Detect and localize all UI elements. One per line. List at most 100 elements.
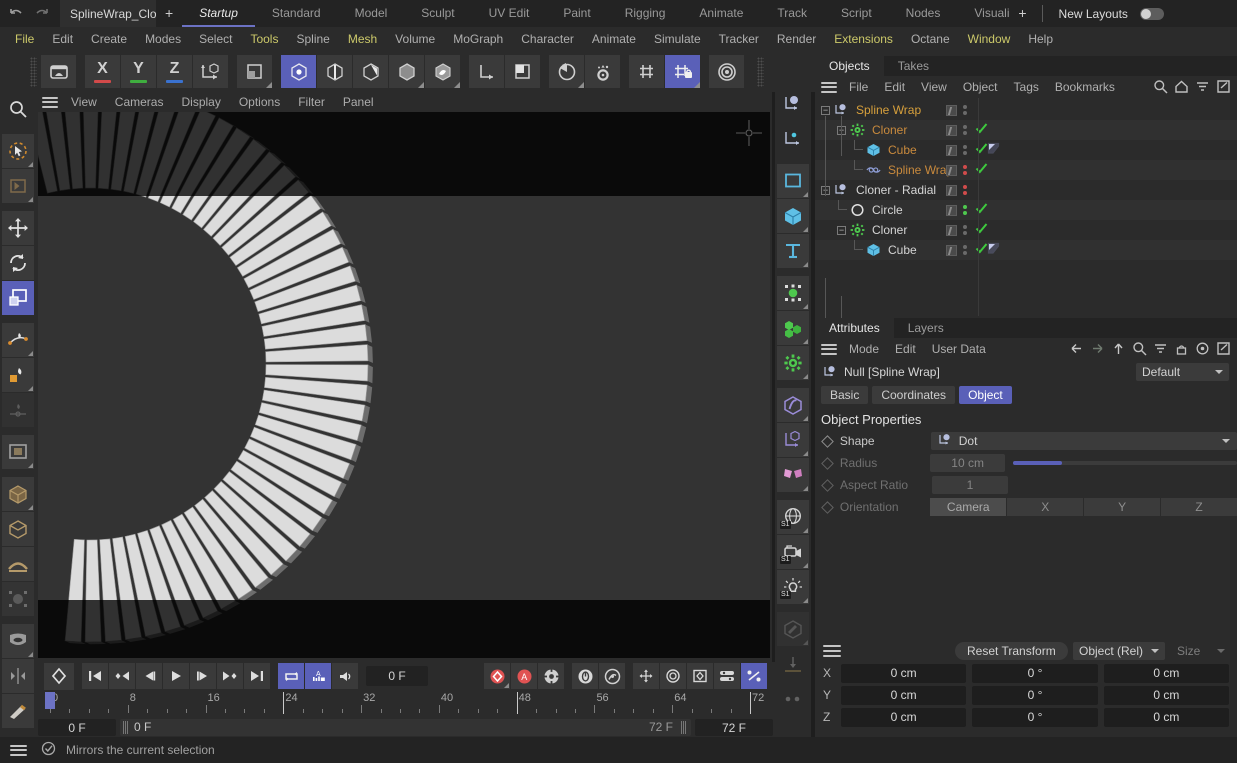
sound-toggle-button[interactable] <box>332 663 358 689</box>
object-edit-flag[interactable] <box>946 204 957 216</box>
camera-icon[interactable]: S1 <box>777 535 809 569</box>
knife-tool-icon[interactable] <box>2 694 34 728</box>
go-to-start-button[interactable] <box>82 663 108 689</box>
bevel-tool-icon[interactable] <box>2 512 34 546</box>
brush-tool-icon[interactable] <box>2 393 34 427</box>
object-edit-flag[interactable] <box>946 124 957 136</box>
object-visibility-dots[interactable] <box>963 245 967 255</box>
null-object-icon[interactable] <box>777 87 809 121</box>
record-keyframe-button[interactable] <box>44 662 74 690</box>
layout-tab-uv-edit[interactable]: UV Edit <box>472 0 547 27</box>
start-frame-field[interactable]: 0 F <box>38 719 116 736</box>
om-menu-view[interactable]: View <box>913 76 955 98</box>
end-frame-field[interactable]: 72 F <box>695 719 773 736</box>
visibility-dot[interactable] <box>963 245 967 249</box>
object-tree[interactable]: −Spline Wrap−ClonerCubeSpline Wrap−Clone… <box>815 98 1237 338</box>
home-icon[interactable] <box>1174 79 1189 97</box>
object-tree-row[interactable]: −Cloner - Radial <box>815 180 1237 200</box>
object-enabled-check-icon[interactable] <box>975 202 988 218</box>
axis-center-icon[interactable] <box>777 682 809 716</box>
menu-extensions[interactable]: Extensions <box>825 27 902 51</box>
new-layouts-label[interactable]: New Layouts <box>1049 7 1138 21</box>
tab-takes[interactable]: Takes <box>884 56 943 76</box>
coordinate-hamburger-icon[interactable] <box>823 645 841 657</box>
om-menu-tags[interactable]: Tags <box>1006 76 1047 98</box>
search-icon[interactable] <box>1132 341 1147 359</box>
tab-basic[interactable]: Basic <box>821 386 869 404</box>
object-manager-hamburger-icon[interactable] <box>821 81 837 93</box>
shape-dropdown[interactable]: Dot <box>930 432 1237 450</box>
object-visibility-dots[interactable] <box>963 185 967 195</box>
object-visibility-dots[interactable] <box>963 145 967 155</box>
aspect-ratio-field[interactable]: 1 <box>932 476 1008 494</box>
visibility-dot[interactable] <box>963 191 967 195</box>
visibility-dot[interactable] <box>963 171 967 175</box>
preset-dropdown[interactable]: Default <box>1136 363 1229 381</box>
auto-keying-button[interactable]: A <box>511 663 537 689</box>
mograph-tag-icon[interactable] <box>987 142 1000 158</box>
live-selection-alt-icon[interactable] <box>2 169 34 203</box>
layout-lock-toggle[interactable] <box>1139 7 1164 20</box>
status-hamburger-icon[interactable] <box>10 744 27 756</box>
menu-file[interactable]: File <box>6 27 43 51</box>
visibility-dot[interactable] <box>963 251 967 255</box>
sculpt-mask-icon[interactable] <box>2 624 34 658</box>
viewport-navigation-gizmo[interactable] <box>732 116 766 150</box>
timeline-playhead[interactable] <box>45 692 55 709</box>
viewport-menu-cameras[interactable]: Cameras <box>106 92 173 112</box>
object-tree-row[interactable]: Cube <box>815 140 1237 160</box>
enable-axis-icon[interactable] <box>469 55 504 88</box>
axis-y-lock-button[interactable]: Y <box>121 55 156 88</box>
layout-tab-nodes[interactable]: Nodes <box>889 0 958 27</box>
layout-tab-startup[interactable]: Startup <box>182 0 255 27</box>
array-modifier-icon[interactable] <box>777 423 809 457</box>
rotation-y-field[interactable]: 0 ° <box>972 685 1098 705</box>
viewport-menu-display[interactable]: Display <box>172 92 229 112</box>
rotation-key-button[interactable] <box>660 663 686 689</box>
attr-menu-edit[interactable]: Edit <box>887 338 924 360</box>
keyframe-interpolation-button[interactable] <box>599 663 625 689</box>
object-enabled-check-icon[interactable] <box>975 222 988 238</box>
tab-coordinates[interactable]: Coordinates <box>872 386 956 404</box>
visibility-dot[interactable] <box>963 211 967 215</box>
orientation-segmented-control[interactable]: Camera X Y Z <box>930 498 1237 516</box>
timeline-ruler[interactable]: 0 8 16 24 32 40 48 56 64 72 <box>36 692 775 718</box>
workplane-settings-icon[interactable] <box>585 55 620 88</box>
previous-frame-button[interactable] <box>136 663 162 689</box>
move-tool-icon[interactable] <box>2 211 34 245</box>
menu-character[interactable]: Character <box>512 27 583 51</box>
visibility-dot[interactable] <box>963 225 967 229</box>
render-settings-icon[interactable] <box>709 55 744 88</box>
axis-z-lock-button[interactable]: Z <box>157 55 192 88</box>
mograph-effector-icon[interactable] <box>777 346 809 380</box>
next-frame-button[interactable] <box>190 663 216 689</box>
object-edit-flag[interactable] <box>946 184 957 196</box>
content-browser-icon[interactable] <box>41 55 76 88</box>
size-y-field[interactable]: 0 cm <box>1103 685 1229 705</box>
layout-tab-script[interactable]: Script <box>824 0 889 27</box>
keyframe-diamond-icon[interactable] <box>821 478 834 492</box>
layout-tab-standard[interactable]: Standard <box>255 0 338 27</box>
visibility-dot[interactable] <box>963 165 967 169</box>
environment-sky-icon[interactable]: S1 <box>777 500 809 534</box>
visibility-dot[interactable] <box>963 105 967 109</box>
menu-animate[interactable]: Animate <box>583 27 645 51</box>
attribute-hamburger-icon[interactable] <box>821 343 837 355</box>
preview-range-bar[interactable]: 0 F 72 F <box>120 719 691 736</box>
bend-deformer-icon[interactable] <box>777 388 809 422</box>
tree-expander-icon[interactable]: − <box>821 105 830 115</box>
object-edit-flag[interactable] <box>946 144 957 156</box>
scale-tool-icon[interactable] <box>2 281 34 315</box>
back-arrow-icon[interactable] <box>1069 341 1084 359</box>
menu-render[interactable]: Render <box>768 27 825 51</box>
tab-attributes[interactable]: Attributes <box>815 318 894 338</box>
model-mode-icon[interactable] <box>389 55 424 88</box>
layout-tab-model[interactable]: Model <box>338 0 405 27</box>
cloner-group-icon[interactable] <box>777 311 809 345</box>
layout-tab-visualiz[interactable]: Visualiz <box>957 0 1009 27</box>
size-mode-dropdown[interactable]: Size <box>1171 642 1231 660</box>
menu-tools[interactable]: Tools <box>241 27 287 51</box>
menu-window[interactable]: Window <box>959 27 1020 51</box>
spline-primitive-icon[interactable] <box>777 164 809 198</box>
point-mode-icon[interactable] <box>281 55 316 88</box>
